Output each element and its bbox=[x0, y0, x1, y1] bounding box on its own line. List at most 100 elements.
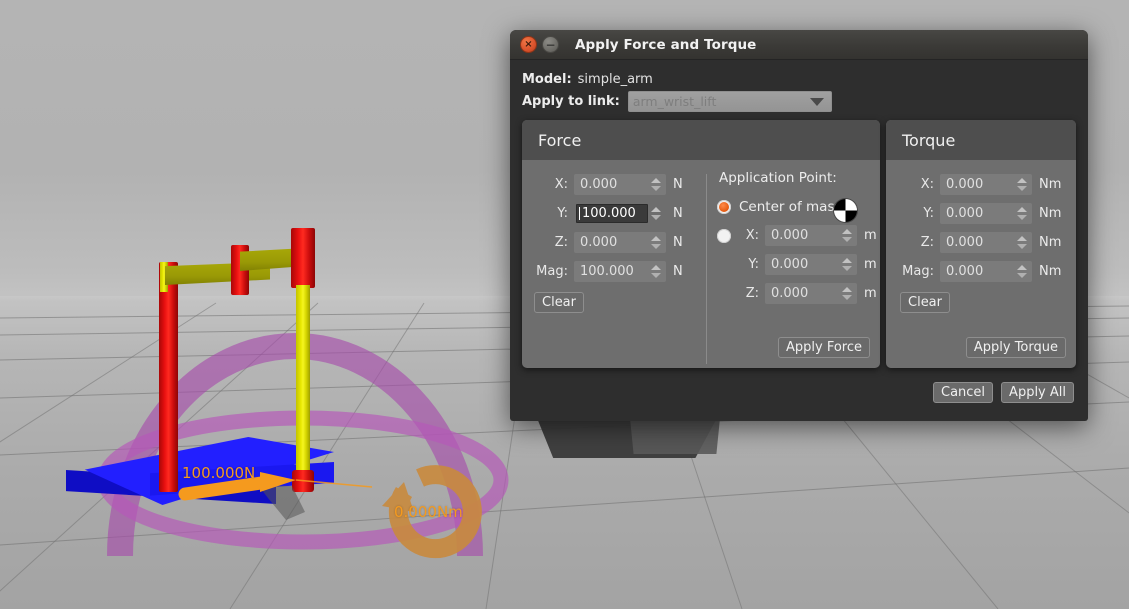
torque-x-input[interactable]: 0.000 bbox=[940, 174, 1032, 195]
ap-z-unit: m bbox=[864, 286, 877, 301]
ap-y-input[interactable]: 0.000 bbox=[765, 254, 857, 275]
ap-y-stepper[interactable] bbox=[839, 258, 855, 271]
torque-z-unit: Nm bbox=[1039, 235, 1062, 250]
force-z-label: Z: bbox=[554, 235, 568, 250]
stepper-down-icon[interactable] bbox=[842, 295, 852, 300]
radio-center-of-mass-icon[interactable] bbox=[717, 199, 731, 214]
torque-x-unit: Nm bbox=[1039, 177, 1062, 192]
apply-torque-button[interactable]: Apply Torque bbox=[965, 337, 1066, 358]
force-x-input[interactable]: 0.000 bbox=[574, 174, 666, 195]
stepper-up-icon[interactable] bbox=[1017, 178, 1027, 183]
torque-z-value: 0.000 bbox=[946, 235, 984, 250]
force-y-label: Y: bbox=[557, 206, 568, 221]
close-icon[interactable]: × bbox=[520, 36, 537, 53]
ap-y-unit: m bbox=[864, 257, 877, 272]
ap-z-input[interactable]: 0.000 bbox=[765, 283, 857, 304]
apply-all-button[interactable]: Apply All bbox=[1001, 382, 1074, 403]
force-mag-value: 100.000 bbox=[580, 264, 634, 279]
force-clear-button[interactable]: Clear bbox=[534, 292, 584, 313]
stepper-up-icon[interactable] bbox=[842, 287, 852, 292]
ap-z-value: 0.000 bbox=[771, 286, 809, 301]
stepper-down-icon[interactable] bbox=[1017, 215, 1027, 220]
torque-clear-button[interactable]: Clear bbox=[900, 292, 950, 313]
apply-to-link-label: Apply to link: bbox=[522, 94, 620, 109]
force-x-value: 0.000 bbox=[580, 177, 618, 192]
model-row: Model: simple_arm bbox=[522, 72, 1076, 87]
torque-mag-stepper[interactable] bbox=[1014, 265, 1030, 278]
cancel-button[interactable]: Cancel bbox=[933, 382, 994, 403]
stepper-up-icon[interactable] bbox=[651, 207, 661, 212]
torque-mag-input[interactable]: 0.000 bbox=[940, 261, 1032, 282]
stepper-down-icon[interactable] bbox=[1017, 244, 1027, 249]
minimize-icon[interactable]: − bbox=[542, 36, 559, 53]
link-select-dropdown[interactable]: arm_wrist_lift bbox=[627, 91, 832, 112]
stepper-up-icon[interactable] bbox=[842, 229, 852, 234]
stepper-down-icon[interactable] bbox=[651, 186, 661, 191]
force-y-input[interactable]: 100.000 bbox=[574, 203, 666, 224]
ap-x-stepper[interactable] bbox=[839, 229, 855, 242]
torque-y-unit: Nm bbox=[1039, 206, 1062, 221]
torque-z-input[interactable]: 0.000 bbox=[940, 232, 1032, 253]
force-z-row: Z: 0.000 N bbox=[526, 228, 704, 257]
force-panel: Force X: 0.000 N Y: 100.000 N Z: 0.000 N… bbox=[522, 120, 880, 368]
stepper-down-icon[interactable] bbox=[651, 244, 661, 249]
ap-z-stepper[interactable] bbox=[839, 287, 855, 300]
torque-x-label: X: bbox=[920, 177, 934, 192]
force-z-value: 0.000 bbox=[580, 235, 618, 250]
torque-magnitude-label-3d: 0.000Nm bbox=[394, 503, 463, 521]
stepper-down-icon[interactable] bbox=[842, 266, 852, 271]
ap-x-value: 0.000 bbox=[771, 228, 809, 243]
torque-mag-unit: Nm bbox=[1039, 264, 1062, 279]
model-label: Model: bbox=[522, 72, 572, 87]
dialog-header-section: Model: simple_arm Apply to link: arm_wri… bbox=[510, 60, 1088, 112]
force-x-stepper[interactable] bbox=[648, 178, 664, 191]
torque-z-label: Z: bbox=[920, 235, 934, 250]
radio-custom-point-icon[interactable] bbox=[717, 228, 731, 243]
stepper-up-icon[interactable] bbox=[842, 258, 852, 263]
force-z-stepper[interactable] bbox=[648, 236, 664, 249]
stepper-down-icon[interactable] bbox=[1017, 186, 1027, 191]
ap-z-row: Z: 0.000 m bbox=[739, 279, 880, 308]
dialog-footer: Cancel Apply All bbox=[510, 368, 1088, 403]
stepper-up-icon[interactable] bbox=[1017, 265, 1027, 270]
force-panel-divider bbox=[706, 174, 707, 364]
apply-force-and-torque-dialog[interactable]: × − Apply Force and Torque Model: simple… bbox=[510, 30, 1088, 421]
force-y-row: Y: 100.000 N bbox=[526, 199, 704, 228]
model-value: simple_arm bbox=[577, 72, 653, 87]
force-z-input[interactable]: 0.000 bbox=[574, 232, 666, 253]
custom-point-option[interactable]: X: 0.000 m bbox=[717, 221, 880, 250]
torque-z-stepper[interactable] bbox=[1014, 236, 1030, 249]
force-mag-stepper[interactable] bbox=[648, 265, 664, 278]
force-x-unit: N bbox=[673, 177, 683, 192]
dialog-titlebar[interactable]: × − Apply Force and Torque bbox=[510, 30, 1088, 60]
stepper-up-icon[interactable] bbox=[651, 236, 661, 241]
force-x-label: X: bbox=[554, 177, 568, 192]
torque-mag-value: 0.000 bbox=[946, 264, 984, 279]
stepper-down-icon[interactable] bbox=[651, 215, 661, 220]
force-y-stepper[interactable] bbox=[648, 207, 664, 220]
force-panel-title: Force bbox=[522, 120, 880, 160]
chevron-down-icon bbox=[809, 97, 824, 106]
torque-panel-body: X: 0.000 Nm Y: 0.000 Nm Z: 0.000 Nm Mag:… bbox=[886, 160, 1076, 368]
force-mag-label: Mag: bbox=[536, 264, 568, 279]
stepper-down-icon[interactable] bbox=[651, 273, 661, 278]
stepper-up-icon[interactable] bbox=[1017, 207, 1027, 212]
force-vector-group: X: 0.000 N Y: 100.000 N Z: 0.000 N Mag: … bbox=[522, 170, 704, 368]
stepper-down-icon[interactable] bbox=[842, 237, 852, 242]
force-panel-body: X: 0.000 N Y: 100.000 N Z: 0.000 N Mag: … bbox=[522, 160, 880, 368]
stepper-up-icon[interactable] bbox=[1017, 236, 1027, 241]
torque-y-input[interactable]: 0.000 bbox=[940, 203, 1032, 224]
apply-force-button[interactable]: Apply Force bbox=[777, 337, 870, 358]
ap-x-unit: m bbox=[864, 228, 877, 243]
torque-x-stepper[interactable] bbox=[1014, 178, 1030, 191]
ap-y-row: Y: 0.000 m bbox=[739, 250, 880, 279]
torque-mag-label: Mag: bbox=[902, 264, 934, 279]
torque-y-stepper[interactable] bbox=[1014, 207, 1030, 220]
stepper-down-icon[interactable] bbox=[1017, 273, 1027, 278]
minimize-glyph: − bbox=[545, 37, 556, 52]
ap-x-input[interactable]: 0.000 bbox=[765, 225, 857, 246]
force-mag-input[interactable]: 100.000 bbox=[574, 261, 666, 282]
stepper-up-icon[interactable] bbox=[651, 265, 661, 270]
force-mag-row: Mag: 100.000 N bbox=[526, 257, 704, 286]
stepper-up-icon[interactable] bbox=[651, 178, 661, 183]
